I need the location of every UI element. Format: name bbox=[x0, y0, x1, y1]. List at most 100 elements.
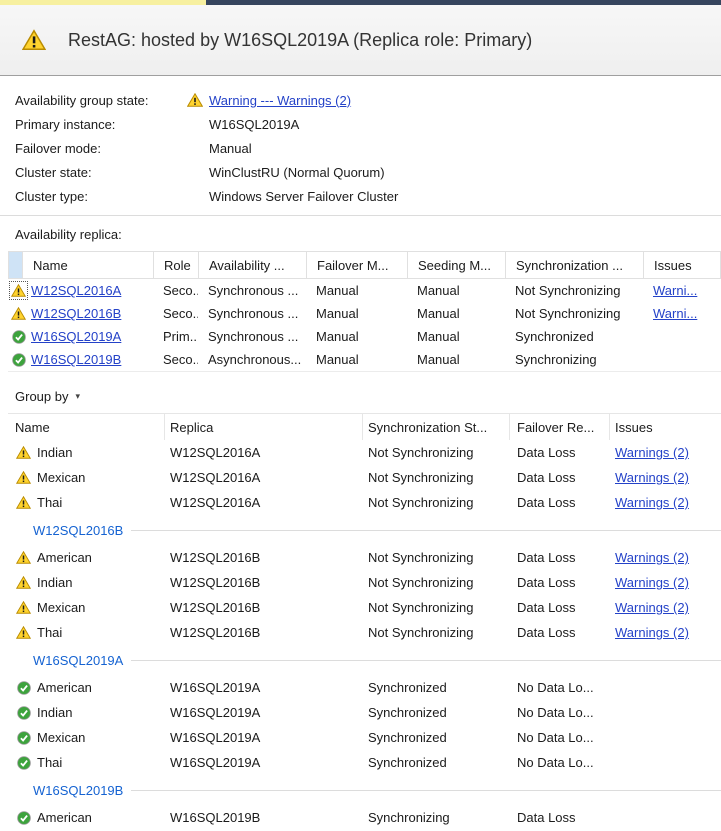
database-row[interactable]: AmericanW12SQL2016BNot SynchronizingData… bbox=[8, 545, 721, 570]
replica-name-link[interactable]: W16SQL2019A bbox=[31, 329, 121, 344]
ag-state-warnings-link[interactable]: Warning --- Warnings (2) bbox=[209, 93, 351, 108]
column-header-role[interactable]: Role bbox=[154, 252, 199, 278]
database-issues-link[interactable]: Warnings (2) bbox=[615, 575, 689, 590]
database-synchronization-state: Not Synchronizing bbox=[363, 470, 510, 485]
column-header-issues[interactable]: Issues bbox=[610, 414, 721, 440]
database-issues-link[interactable]: Warnings (2) bbox=[615, 445, 689, 460]
database-row[interactable]: AmericanW16SQL2019BSynchronizingData Los… bbox=[8, 805, 721, 830]
database-synchronization-state: Synchronizing bbox=[363, 810, 510, 825]
database-grid: Name Replica Synchronization St... Failo… bbox=[8, 413, 721, 830]
row-selector-column-header[interactable] bbox=[9, 252, 23, 278]
replica-row[interactable]: W12SQL2016ASeco...Synchronous ...ManualM… bbox=[8, 279, 721, 302]
column-header-synchronization-state[interactable]: Synchronization ... bbox=[506, 252, 644, 278]
database-name: Thai bbox=[37, 755, 62, 770]
summary-row: Availability group state: Warning --- Wa… bbox=[15, 88, 721, 112]
column-header-synchronization-state[interactable]: Synchronization St... bbox=[363, 414, 510, 440]
success-icon bbox=[15, 754, 32, 771]
column-header-name[interactable]: Name bbox=[23, 252, 154, 278]
chevron-down-icon: ▾ bbox=[75, 391, 80, 402]
database-name: Mexican bbox=[37, 470, 85, 485]
database-failover-readiness: Data Loss bbox=[510, 445, 610, 460]
column-header-availability-mode[interactable]: Availability ... bbox=[199, 252, 307, 278]
column-header-replica[interactable]: Replica bbox=[165, 414, 363, 440]
database-row[interactable]: ThaiW12SQL2016BNot SynchronizingData Los… bbox=[8, 620, 721, 645]
replica-availability-mode: Synchronous ... bbox=[198, 329, 306, 344]
database-name: American bbox=[37, 550, 92, 565]
column-header-issues[interactable]: Issues bbox=[644, 252, 721, 278]
database-issues-link[interactable]: Warnings (2) bbox=[615, 550, 689, 565]
top-strip-navy-segment bbox=[206, 0, 721, 5]
primary-instance-value: W16SQL2019A bbox=[209, 117, 299, 132]
warning-icon bbox=[22, 29, 46, 51]
database-row[interactable]: MexicanW12SQL2016ANot SynchronizingData … bbox=[8, 465, 721, 490]
group-header-label[interactable]: W16SQL2019A bbox=[33, 653, 123, 668]
database-name-cell: Mexican bbox=[8, 729, 165, 746]
database-issues-link[interactable]: Warnings (2) bbox=[615, 470, 689, 485]
success-icon bbox=[15, 809, 32, 826]
success-icon bbox=[15, 679, 32, 696]
replica-group-header: W12SQL2016B bbox=[8, 515, 721, 545]
replica-name-link[interactable]: W12SQL2016A bbox=[31, 283, 121, 298]
replica-row[interactable]: W12SQL2016BSeco...Synchronous ...ManualM… bbox=[8, 302, 721, 325]
database-name-cell: Indian bbox=[8, 574, 165, 591]
database-issues-cell: Warnings (2) bbox=[610, 495, 721, 510]
database-name: American bbox=[37, 680, 92, 695]
replica-issues-link[interactable]: Warni... bbox=[653, 306, 697, 321]
database-name: Thai bbox=[37, 625, 62, 640]
warning-icon bbox=[15, 574, 32, 591]
summary-row: Primary instance: W16SQL2019A bbox=[15, 112, 721, 136]
warning-icon bbox=[10, 305, 27, 322]
database-issues-link[interactable]: Warnings (2) bbox=[615, 625, 689, 640]
database-name-cell: Thai bbox=[8, 494, 165, 511]
replica-row[interactable]: W16SQL2019BSeco...Asynchronous...ManualM… bbox=[8, 348, 721, 371]
group-header-label[interactable]: W16SQL2019B bbox=[33, 783, 123, 798]
ag-state-label: Availability group state: bbox=[15, 93, 186, 108]
database-row[interactable]: AmericanW16SQL2019ASynchronizedNo Data L… bbox=[8, 675, 721, 700]
replica-grid-body: W12SQL2016ASeco...Synchronous ...ManualM… bbox=[8, 279, 721, 372]
database-synchronization-state: Not Synchronizing bbox=[363, 445, 510, 460]
group-by-dropdown[interactable]: Group by ▾ bbox=[15, 389, 80, 404]
database-name: Indian bbox=[37, 705, 72, 720]
database-replica: W16SQL2019B bbox=[165, 810, 363, 825]
warning-icon bbox=[15, 469, 32, 486]
database-row[interactable]: ThaiW16SQL2019ASynchronizedNo Data Lo... bbox=[8, 750, 721, 775]
database-failover-readiness: No Data Lo... bbox=[510, 680, 610, 695]
page-title: RestAG: hosted by W16SQL2019A (Replica r… bbox=[68, 30, 532, 51]
database-replica: W16SQL2019A bbox=[165, 755, 363, 770]
group-by-label: Group by bbox=[15, 389, 68, 404]
cluster-state-value: WinClustRU (Normal Quorum) bbox=[209, 165, 385, 180]
database-failover-readiness: Data Loss bbox=[510, 810, 610, 825]
column-header-failover-readiness[interactable]: Failover Re... bbox=[510, 414, 610, 440]
database-replica: W12SQL2016B bbox=[165, 600, 363, 615]
database-name: Indian bbox=[37, 445, 72, 460]
database-name: Mexican bbox=[37, 730, 85, 745]
database-row[interactable]: IndianW12SQL2016ANot SynchronizingData L… bbox=[8, 440, 721, 465]
replica-name-link[interactable]: W12SQL2016B bbox=[31, 306, 121, 321]
column-header-seeding-mode[interactable]: Seeding M... bbox=[408, 252, 506, 278]
window-top-strip bbox=[0, 0, 721, 5]
database-synchronization-state: Not Synchronizing bbox=[363, 625, 510, 640]
database-row[interactable]: MexicanW12SQL2016BNot SynchronizingData … bbox=[8, 595, 721, 620]
column-header-failover-mode[interactable]: Failover M... bbox=[307, 252, 408, 278]
warning-icon bbox=[15, 599, 32, 616]
replica-name-link[interactable]: W16SQL2019B bbox=[31, 352, 121, 367]
database-row[interactable]: ThaiW12SQL2016ANot SynchronizingData Los… bbox=[8, 490, 721, 515]
warning-icon bbox=[15, 624, 32, 641]
group-header-label[interactable]: W12SQL2016B bbox=[33, 523, 123, 538]
replica-synchronization-state: Synchronized bbox=[505, 329, 643, 344]
replica-row[interactable]: W16SQL2019APrim...Synchronous ...ManualM… bbox=[8, 325, 721, 348]
database-row[interactable]: MexicanW16SQL2019ASynchronizedNo Data Lo… bbox=[8, 725, 721, 750]
replica-issues-link[interactable]: Warni... bbox=[653, 283, 697, 298]
database-issues-cell: Warnings (2) bbox=[610, 470, 721, 485]
column-header-name[interactable]: Name bbox=[8, 414, 165, 440]
replica-issues-cell: Warni... bbox=[643, 306, 721, 321]
database-row[interactable]: IndianW12SQL2016BNot SynchronizingData L… bbox=[8, 570, 721, 595]
database-name-cell: American bbox=[8, 809, 165, 826]
database-issues-link[interactable]: Warnings (2) bbox=[615, 600, 689, 615]
warning-icon bbox=[10, 282, 27, 299]
replica-failover-mode: Manual bbox=[306, 306, 407, 321]
database-row[interactable]: IndianW16SQL2019ASynchronizedNo Data Lo.… bbox=[8, 700, 721, 725]
database-issues-link[interactable]: Warnings (2) bbox=[615, 495, 689, 510]
database-grid-body: IndianW12SQL2016ANot SynchronizingData L… bbox=[8, 440, 721, 830]
replica-group-header: W16SQL2019B bbox=[8, 775, 721, 805]
